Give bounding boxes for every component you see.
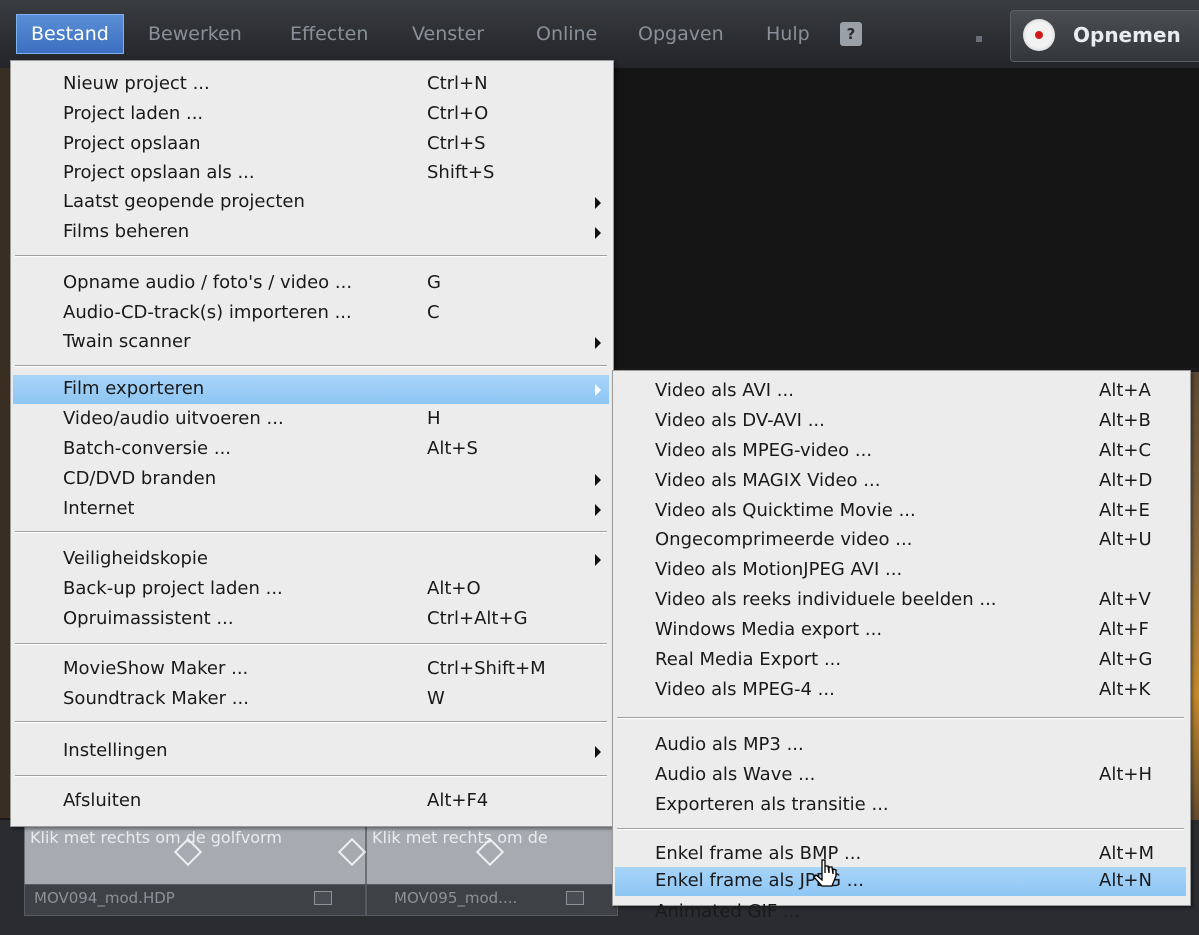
menu-separator [15,775,607,777]
submenu-item-video-mpeg[interactable]: Video als MPEG-video ... Alt+C [615,437,1186,466]
menu-venster[interactable]: Venster [412,16,484,52]
record-icon[interactable] [1023,19,1055,51]
menu-separator [617,717,1184,719]
submenu-item-reeks-beelden[interactable]: Video als reeks individuele beelden ... … [615,586,1186,615]
menu-separator [617,828,1184,830]
menu-opgaven[interactable]: Opgaven [638,16,724,52]
menu-hulp[interactable]: Hulp [766,16,810,52]
submenu-item-frame-jpeg[interactable]: Enkel frame als JPEG ... Alt+N [615,867,1186,896]
help-icon[interactable]: ? [840,22,862,46]
menu-item-project-opslaan[interactable]: Project opslaan Ctrl+S [13,130,609,159]
menu-item-batch-conversie[interactable]: Batch-conversie ... Alt+S [13,435,609,464]
menu-item-audio-cd[interactable]: Audio-CD-track(s) importeren ... C [13,299,609,328]
menu-separator [15,531,607,533]
menu-item-afsluiten[interactable]: Afsluiten Alt+F4 [13,787,609,816]
submenu-arrow-icon [595,746,601,758]
submenu-arrow-icon [595,197,601,209]
submenu-arrow-icon [595,337,601,349]
submenu-item-transitie[interactable]: Exporteren als transitie ... [615,791,1186,820]
submenu-item-video-avi[interactable]: Video als AVI ... Alt+A [615,377,1186,406]
submenu-item-video-dv-avi[interactable]: Video als DV-AVI ... Alt+B [615,407,1186,436]
clip-menu-icon[interactable] [314,891,332,905]
menu-item-opname[interactable]: Opname audio / foto's / video ... G [13,269,609,298]
submenu-arrow-icon [595,227,601,239]
submenu-item-video-magix[interactable]: Video als MAGIX Video ... Alt+D [615,467,1186,496]
film-exporteren-submenu: Video als AVI ... Alt+A Video als DV-AVI… [612,370,1191,922]
menu-item-cd-dvd-branden[interactable]: CD/DVD branden [13,465,609,494]
menu-separator [15,721,607,723]
submenu-item-windows-media[interactable]: Windows Media export ... Alt+F [615,616,1186,645]
submenu-arrow-icon [595,474,601,486]
menu-separator [15,643,607,645]
menu-item-nieuw-project[interactable]: Nieuw project ... Ctrl+N [13,70,609,99]
menu-item-backup-laden[interactable]: Back-up project laden ... Alt+O [13,575,609,604]
menu-item-veiligheidskopie[interactable]: Veiligheidskopie [13,545,609,574]
submenu-arrow-icon [595,554,601,566]
menu-item-films-beheren[interactable]: Films beheren [13,218,609,247]
submenu-item-motionjpeg[interactable]: Video als MotionJPEG AVI ... [615,556,1186,585]
submenu-item-frame-bmp[interactable]: Enkel frame als BMP ... Alt+M [615,840,1186,869]
menu-item-opruimassistent[interactable]: Opruimassistent ... Ctrl+Alt+G [13,605,609,634]
submenu-item-real-media[interactable]: Real Media Export ... Alt+G [615,646,1186,675]
submenu-arrow-icon [595,504,601,516]
menu-separator [15,365,607,367]
clip-menu-icon[interactable] [566,891,584,905]
separator-dot [976,36,982,42]
menu-item-movieshow-maker[interactable]: MovieShow Maker ... Ctrl+Shift+M [13,655,609,684]
menu-item-soundtrack-maker[interactable]: Soundtrack Maker ... W [13,685,609,714]
mouse-pointer-icon [813,859,837,887]
bestand-dropdown: Nieuw project ... Ctrl+N Project laden .… [10,60,614,827]
submenu-item-video-quicktime[interactable]: Video als Quicktime Movie ... Alt+E [615,497,1186,526]
menu-bar: Bestand Bewerken Effecten Venster Online… [0,0,1199,68]
video-preview [612,68,1199,368]
menu-item-video-audio-uitvoeren[interactable]: Video/audio uitvoeren ... H [13,405,609,434]
record-label[interactable]: Opnemen [1073,11,1181,59]
menu-item-film-exporteren[interactable]: Film exporteren [13,375,609,404]
menu-effecten[interactable]: Effecten [290,16,368,52]
clip-1-name: MOV094_mod.HDP [34,889,175,907]
submenu-item-audio-mp3[interactable]: Audio als MP3 ... [615,731,1186,760]
menu-item-twain-scanner[interactable]: Twain scanner [13,328,609,357]
left-panel-edge [0,68,10,818]
submenu-item-ongecomprimeerd[interactable]: Ongecomprimeerde video ... Alt+U [615,526,1186,555]
clip-2-name: MOV095_mod.... [394,889,518,907]
menu-item-project-opslaan-als[interactable]: Project opslaan als ... Shift+S [13,159,609,188]
submenu-item-mpeg4[interactable]: Video als MPEG-4 ... Alt+K [615,676,1186,705]
submenu-item-audio-wave[interactable]: Audio als Wave ... Alt+H [615,761,1186,790]
menu-bewerken[interactable]: Bewerken [148,16,242,52]
menu-item-instellingen[interactable]: Instellingen [13,737,609,766]
submenu-arrow-icon [595,384,601,396]
record-panel[interactable]: Opnemen [1010,10,1199,62]
menu-item-internet[interactable]: Internet [13,495,609,524]
menu-separator [15,255,607,257]
menu-item-laatst-geopend[interactable]: Laatst geopende projecten [13,188,609,217]
menu-item-project-laden[interactable]: Project laden ... Ctrl+O [13,100,609,129]
menu-bestand[interactable]: Bestand [16,14,124,54]
submenu-item-animated-gif[interactable]: Animated GIF ... [615,898,1186,927]
menu-online[interactable]: Online [536,16,597,52]
